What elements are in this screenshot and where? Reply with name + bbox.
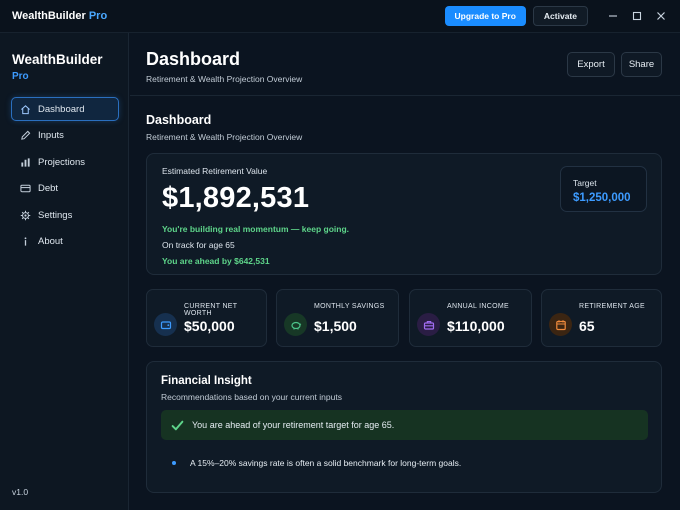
- target-box: Target $1,250,000: [560, 166, 647, 212]
- upgrade-button[interactable]: Upgrade to Pro: [444, 6, 526, 26]
- sidebar-item-dashboard[interactable]: Dashboard: [11, 97, 119, 121]
- insight-tip: A 15%–20% savings rate is often a solid …: [172, 458, 461, 468]
- stat-value: 65: [579, 318, 595, 334]
- retirement-value-card: Estimated Retirement Value $1,892,531 Yo…: [146, 153, 662, 275]
- wallet-icon: [154, 313, 177, 336]
- stat-label: RETIREMENT AGE: [579, 303, 645, 310]
- sidebar-item-label: Settings: [38, 209, 73, 221]
- sidebar-item-label: Projections: [38, 156, 85, 168]
- page-title: Dashboard: [146, 49, 241, 69]
- calendar-icon: [549, 313, 572, 336]
- sidebar-nav: Dashboard Inputs Projections Debt Settin…: [11, 97, 119, 256]
- share-button[interactable]: Share: [621, 52, 662, 77]
- close-window-button[interactable]: [650, 6, 672, 26]
- sidebar-item-about[interactable]: About: [11, 230, 119, 254]
- sidebar-item-debt[interactable]: Debt: [11, 177, 119, 201]
- sidebar-brand-edition: Pro: [12, 71, 29, 82]
- stat-label: CURRENT NET WORTH: [184, 303, 238, 317]
- credit-card-icon: [19, 183, 31, 195]
- ahead-by-text: You are ahead by $642,531: [162, 256, 270, 266]
- main-content: Dashboard Retirement & Wealth Projection…: [130, 33, 680, 510]
- title-bar: WealthBuilder Pro Upgrade to Pro Activat…: [0, 0, 680, 33]
- sidebar: WealthBuilder Pro Dashboard Inputs Proje…: [0, 33, 129, 510]
- stat-card-net-worth: CURRENT NET WORTH $50,000: [146, 289, 267, 347]
- minimize-icon: [609, 15, 617, 17]
- sidebar-item-label: Inputs: [38, 130, 64, 141]
- target-value: $1,250,000: [573, 192, 631, 204]
- stat-value: $110,000: [447, 318, 505, 334]
- gear-icon: [19, 209, 31, 221]
- page-subtitle: Retirement & Wealth Projection Overview: [146, 74, 303, 84]
- activate-button[interactable]: Activate: [532, 6, 588, 26]
- retirement-value: $1,892,531: [162, 182, 310, 214]
- stat-value: $50,000: [184, 318, 235, 334]
- sidebar-brand: WealthBuilder: [12, 52, 103, 67]
- app-edition: Pro: [88, 10, 108, 22]
- minimize-button[interactable]: [602, 6, 624, 26]
- insight-subtitle: Recommendations based on your current in…: [161, 392, 342, 402]
- info-icon: [19, 236, 31, 248]
- app-title: WealthBuilder Pro: [12, 10, 107, 22]
- stat-label: ANNUAL INCOME: [447, 303, 509, 310]
- insight-success-banner: You are ahead of your retirement target …: [161, 410, 648, 440]
- bullet-icon: [172, 461, 176, 465]
- sidebar-item-label: Debt: [38, 183, 59, 194]
- stat-value: $1,500: [314, 318, 357, 334]
- stat-label: MONTHLY SAVINGS: [314, 303, 385, 310]
- app-version: v1.0: [12, 487, 29, 497]
- sidebar-item-label: About: [38, 236, 63, 247]
- sidebar-item-label: Dashboard: [38, 103, 85, 115]
- insight-tip-text: A 15%–20% savings rate is often a solid …: [190, 458, 462, 468]
- pencil-icon: [19, 130, 31, 142]
- section-subtitle: Retirement & Wealth Projection Overview: [146, 132, 303, 142]
- section-title: Dashboard: [146, 113, 212, 127]
- briefcase-icon: [417, 313, 440, 336]
- insight-success-text: You are ahead of your retirement target …: [192, 420, 395, 430]
- insight-title: Financial Insight: [161, 375, 252, 387]
- app-name: WealthBuilder: [12, 10, 86, 22]
- export-button[interactable]: Export: [567, 52, 615, 77]
- bar-chart-icon: [19, 156, 31, 168]
- stat-card-monthly-savings: MONTHLY SAVINGS $1,500: [276, 289, 399, 347]
- sidebar-item-projections[interactable]: Projections: [11, 150, 119, 174]
- close-icon: [657, 12, 665, 20]
- financial-insight-card: Financial Insight Recommendations based …: [146, 361, 662, 493]
- home-icon: [19, 103, 31, 115]
- stat-card-annual-income: ANNUAL INCOME $110,000: [409, 289, 532, 347]
- maximize-icon: [632, 11, 642, 21]
- sidebar-item-settings[interactable]: Settings: [11, 203, 119, 227]
- sidebar-item-inputs[interactable]: Inputs: [11, 124, 119, 148]
- on-track-text: On track for age 65: [162, 240, 235, 250]
- target-label: Target: [573, 178, 597, 188]
- momentum-message: You're building real momentum — keep goi…: [162, 224, 349, 234]
- check-icon: [169, 417, 185, 433]
- maximize-button[interactable]: [626, 6, 648, 26]
- page-header: Dashboard Retirement & Wealth Projection…: [130, 33, 680, 96]
- piggy-bank-icon: [284, 313, 307, 336]
- retirement-value-label: Estimated Retirement Value: [162, 166, 268, 176]
- stat-card-retirement-age: RETIREMENT AGE 65: [541, 289, 662, 347]
